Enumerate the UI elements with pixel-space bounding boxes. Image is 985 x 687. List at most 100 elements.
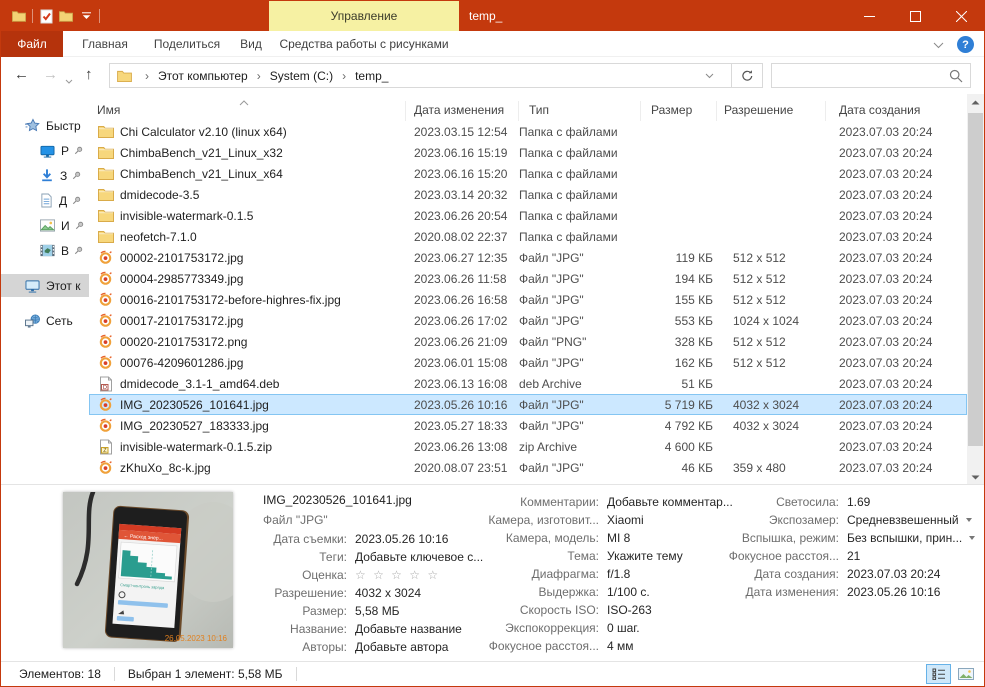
sidebar-item-this-pc[interactable]: Этот к <box>1 274 89 297</box>
details-field[interactable]: Фокусное расстоя... 21 <box>701 547 981 565</box>
sidebar-item-label: Сеть <box>46 313 73 328</box>
qat-dropdown-icon[interactable] <box>76 6 96 26</box>
details-field[interactable]: Разрешение: 4032 x 3024 <box>263 584 459 602</box>
table-row[interactable]: D Z IMG_20230526_101641.jpg 2023.05.26 1… <box>89 394 967 415</box>
sidebar-item-downloads[interactable]: З <box>1 164 89 187</box>
file-modified: 2023.03.15 12:54 <box>414 124 508 139</box>
sidebar-item-documents[interactable]: Д <box>1 189 89 212</box>
close-button[interactable] <box>938 1 984 31</box>
folder-icon[interactable] <box>56 6 76 26</box>
table-row[interactable]: D Z ChimbaBench_v21_Linux_x64 2023.06.16… <box>89 163 967 184</box>
scrollbar-thumb[interactable] <box>968 113 983 446</box>
properties-check-icon[interactable] <box>36 6 56 26</box>
table-row[interactable]: D Z 00017-2101753172.jpg 2023.06.26 17:0… <box>89 310 967 331</box>
sidebar-item-quick-access[interactable]: Быстр <box>1 114 89 137</box>
minimize-button[interactable] <box>846 1 892 31</box>
details-field[interactable]: Тема: Укажите тему <box>461 547 709 565</box>
table-row[interactable]: D Z ChimbaBench_v21_Linux_x32 2023.06.16… <box>89 142 967 163</box>
breadcrumb-this-pc[interactable]: Этот компьютер <box>156 69 250 83</box>
details-file-type: Файл "JPG" <box>263 513 328 527</box>
table-row[interactable]: D Z 00004-2985773349.jpg 2023.06.26 11:5… <box>89 268 967 289</box>
thumbnails-view-button[interactable] <box>953 664 978 684</box>
search-icon[interactable] <box>949 69 963 83</box>
details-field[interactable]: Теги: Добавьте ключевое с... <box>263 548 483 566</box>
table-row[interactable]: D Z 00016-2101753172-before-highres-fix.… <box>89 289 967 310</box>
file-resolution: 512 x 512 <box>733 250 786 265</box>
address-box[interactable]: › Этот компьютер › System (C:) › temp_ <box>109 63 763 88</box>
details-field[interactable]: Оценка: ☆ ☆ ☆ ☆ ☆ <box>263 566 459 584</box>
tab-manage-context[interactable]: Управление <box>269 1 459 31</box>
file-icon: D Z <box>97 439 114 455</box>
table-row[interactable]: D Z neofetch-7.1.0 2020.08.02 22:37 Папк… <box>89 226 967 247</box>
folder-icon[interactable] <box>9 6 29 26</box>
sidebar-item-pictures[interactable]: И <box>1 214 89 237</box>
details-field[interactable]: Светосила: 1.69 <box>701 493 981 511</box>
pin-icon <box>72 194 81 208</box>
table-row[interactable]: D Z invisible-watermark-0.1.5 2023.06.26… <box>89 205 967 226</box>
tab-view[interactable]: Вид <box>231 31 271 57</box>
search-input[interactable] <box>772 64 949 87</box>
details-field[interactable]: Диафрагма: f/1.8 <box>461 565 709 583</box>
sort-ascending-icon <box>239 95 249 109</box>
details-field[interactable]: Дата съемки: 2023.05.26 10:16 <box>263 530 459 548</box>
file-created: 2023.07.03 20:24 <box>839 166 933 181</box>
details-field[interactable]: Авторы: Добавьте автора <box>263 638 459 656</box>
forward-icon[interactable]: → <box>43 65 58 85</box>
column-header-created[interactable]: Дата создания <box>826 101 961 121</box>
refresh-icon[interactable] <box>732 64 762 87</box>
table-row[interactable]: D Z IMG_20230527_183333.jpg 2023.05.27 1… <box>89 415 967 436</box>
details-field[interactable]: Дата создания: 2023.07.03 20:24 <box>701 565 981 583</box>
file-type: Папка с файлами <box>519 229 618 244</box>
details-field[interactable]: Дата изменения: 2023.05.26 10:16 <box>701 583 981 601</box>
details-view-button[interactable] <box>926 664 951 684</box>
back-icon[interactable]: ← <box>14 65 29 85</box>
table-row[interactable]: D Z Chi Calculator v2.10 (linux x64) 202… <box>89 121 967 142</box>
details-field[interactable]: Камера, изготовит... Xiaomi <box>461 511 709 529</box>
table-row[interactable]: D Z dmidecode_3.1-1_amd64.deb 2023.06.13… <box>89 373 967 394</box>
details-field[interactable]: Экспокоррекция: 0 шаг. <box>461 619 709 637</box>
details-field[interactable]: Комментарии: Добавьте комментар... <box>461 493 733 511</box>
history-dropdown-icon[interactable] <box>65 70 73 90</box>
sidebar-item-network[interactable]: Сеть <box>1 309 89 332</box>
sidebar-item-videos[interactable]: В <box>1 239 89 262</box>
search-box <box>771 63 971 88</box>
tab-picture-tools[interactable]: Средства работы с рисунками <box>269 31 459 57</box>
details-field[interactable]: Экспозамер: Средневзвешенный <box>701 511 981 529</box>
table-row[interactable]: D Z 00076-4209601286.jpg 2023.06.01 15:0… <box>89 352 967 373</box>
table-row[interactable]: D Z dmidecode-3.5 2023.03.14 20:32 Папка… <box>89 184 967 205</box>
scroll-up-icon[interactable] <box>967 94 984 111</box>
preview-thumbnail[interactable]: ← Расход энер... Смарт-контроль заряда 2… <box>63 492 233 648</box>
breadcrumb-separator: › <box>145 68 149 83</box>
table-row[interactable]: D Z invisible-watermark-0.1.5.zip 2023.0… <box>89 436 967 457</box>
file-size: 328 КБ <box>674 334 713 349</box>
column-header-type[interactable]: Тип <box>519 101 641 121</box>
column-header-modified[interactable]: Дата изменения <box>406 101 519 121</box>
details-field[interactable]: Скорость ISO: ISO-263 <box>461 601 709 619</box>
help-icon[interactable]: ? <box>957 36 974 53</box>
details-field[interactable]: Камера, модель: MI 8 <box>461 529 709 547</box>
address-dropdown-icon[interactable] <box>696 64 723 87</box>
table-row[interactable]: D Z zKhuXo_8c-k.jpg 2020.08.07 23:51 Фай… <box>89 457 967 478</box>
sidebar-item-desktop[interactable]: Р <box>1 139 89 162</box>
details-field[interactable]: Название: Добавьте название <box>263 620 462 638</box>
details-field[interactable]: Фокусное расстоя... 4 мм <box>461 637 709 655</box>
details-field[interactable]: Выдержка: 1/100 с. <box>461 583 709 601</box>
ribbon-expand-icon[interactable] <box>933 38 944 52</box>
file-icon: D Z <box>97 376 114 392</box>
details-field[interactable]: Размер: 5,58 МБ <box>263 602 459 620</box>
table-row[interactable]: D Z 00020-2101753172.png 2023.06.26 21:0… <box>89 331 967 352</box>
vertical-scrollbar[interactable] <box>967 94 984 486</box>
column-header-resolution[interactable]: Разрешение <box>717 101 826 121</box>
documents-icon <box>40 193 53 208</box>
tab-share[interactable]: Поделиться <box>143 31 231 57</box>
breadcrumb-temp[interactable]: temp_ <box>353 69 390 83</box>
column-header-size[interactable]: Размер <box>641 101 717 121</box>
breadcrumb-drive-c[interactable]: System (C:) <box>268 69 335 83</box>
tab-file[interactable]: Файл <box>1 31 63 57</box>
table-row[interactable]: D Z 00002-2101753172.jpg 2023.06.27 12:3… <box>89 247 967 268</box>
file-created: 2023.07.03 20:24 <box>839 334 933 349</box>
tab-home[interactable]: Главная <box>67 31 143 57</box>
details-field[interactable]: Вспышка, режим: Без вспышки, прин... <box>701 529 981 547</box>
maximize-button[interactable] <box>892 1 938 31</box>
up-icon[interactable]: ↑ <box>85 65 93 85</box>
